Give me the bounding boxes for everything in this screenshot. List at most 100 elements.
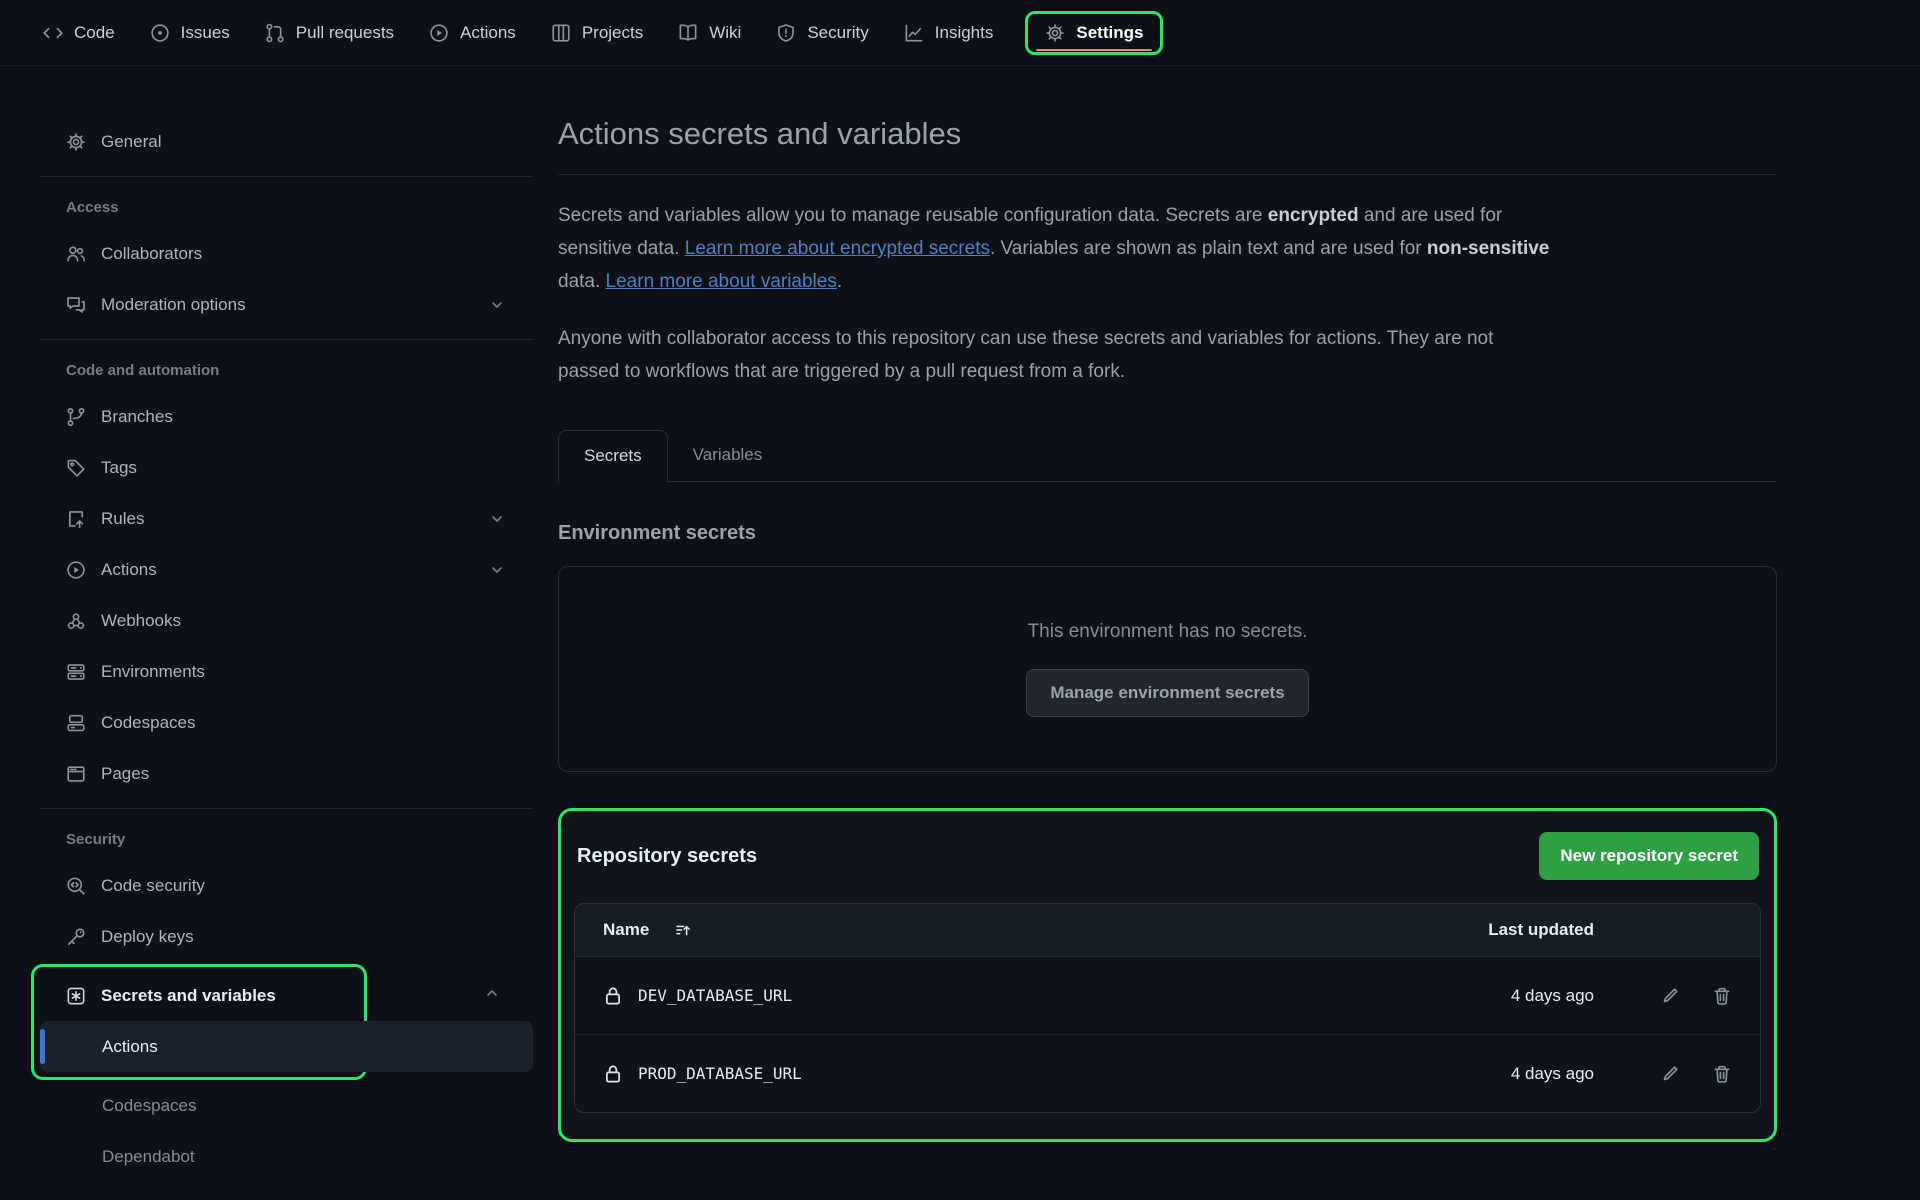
- sidebar-subitem-label: Actions: [102, 1037, 158, 1057]
- table-header-row: Name Last updated: [575, 904, 1760, 956]
- name-column-header[interactable]: Name: [603, 920, 1462, 940]
- sidebar-item-label: Deploy keys: [101, 927, 194, 947]
- sidebar-item-label: Moderation options: [101, 295, 246, 315]
- chevron-down-icon: [489, 562, 505, 578]
- delete-secret-button[interactable]: [1712, 1064, 1732, 1084]
- sidebar-item-moderation-options[interactable]: Moderation options: [40, 279, 533, 330]
- chevron-down-icon: [489, 297, 505, 313]
- sidebar-subitem-codespaces[interactable]: Codespaces: [40, 1080, 533, 1131]
- annotation-box-repository-secrets: Repository secrets New repository secret…: [558, 808, 1777, 1142]
- sidebar-item-label: Code security: [101, 876, 205, 896]
- sidebar-item-pages[interactable]: Pages: [40, 748, 533, 799]
- edit-secret-button[interactable]: [1660, 1064, 1680, 1084]
- paragraph-text: Anyone with collaborator access to this …: [558, 328, 1493, 349]
- secret-last-updated: 4 days ago: [1462, 986, 1594, 1006]
- sidebar-item-deploy-keys[interactable]: Deploy keys: [40, 911, 533, 962]
- play-circle-icon: [429, 23, 449, 43]
- tab-label: Code: [74, 23, 115, 43]
- collaborator-paragraph: Anyone with collaborator access to this …: [558, 322, 1777, 388]
- asterisk-box-icon: [66, 986, 86, 1006]
- sidebar-subitem-label: Dependabot: [102, 1147, 195, 1167]
- book-icon: [678, 23, 698, 43]
- tab-pull-requests[interactable]: Pull requests: [252, 13, 407, 53]
- sidebar-item-label: Collaborators: [101, 244, 202, 264]
- webhook-icon: [66, 611, 86, 631]
- sidebar-divider: [40, 808, 533, 809]
- tab-variables[interactable]: Variables: [668, 430, 788, 481]
- tab-projects[interactable]: Projects: [538, 13, 656, 53]
- edit-secret-button[interactable]: [1660, 986, 1680, 1006]
- tab-settings[interactable]: Settings: [1025, 11, 1163, 55]
- tab-wiki[interactable]: Wiki: [665, 13, 754, 53]
- sidebar-item-label: Environments: [101, 662, 205, 682]
- sidebar-item-webhooks[interactable]: Webhooks: [40, 595, 533, 646]
- issue-icon: [150, 23, 170, 43]
- pull-request-icon: [265, 23, 285, 43]
- sidebar-item-label: Webhooks: [101, 611, 181, 631]
- link-variables[interactable]: Learn more about variables: [606, 271, 837, 292]
- environment-secrets-heading: Environment secrets: [558, 522, 1777, 545]
- lock-icon: [603, 985, 623, 1007]
- environment-empty-message: This environment has no secrets.: [1028, 621, 1308, 643]
- sidebar-subitem-label: Codespaces: [102, 1096, 197, 1116]
- sidebar-subitem-actions[interactable]: Actions: [40, 1021, 533, 1072]
- tab-security[interactable]: Security: [763, 13, 881, 53]
- sidebar-item-branches[interactable]: Branches: [40, 391, 533, 442]
- tab-label: Settings: [1076, 23, 1143, 43]
- code-icon: [43, 23, 63, 43]
- sidebar-item-secrets-and-variables[interactable]: Secrets and variables: [40, 970, 364, 1021]
- title-divider: [558, 174, 1777, 175]
- manage-environment-secrets-button[interactable]: Manage environment secrets: [1026, 669, 1308, 717]
- sidebar-item-tags[interactable]: Tags: [40, 442, 533, 493]
- annotation-box-sidebar: Secrets and variables Actions: [31, 964, 367, 1080]
- tab-issues[interactable]: Issues: [137, 13, 243, 53]
- paragraph-text: passed to workflows that are triggered b…: [558, 361, 1125, 382]
- intro-bold-non-sensitive: non-sensitive: [1427, 238, 1549, 259]
- repo-nav: Code Issues Pull requests Actions Projec…: [0, 0, 1920, 66]
- codespaces-icon: [66, 713, 86, 733]
- tab-secrets[interactable]: Secrets: [558, 430, 668, 482]
- intro-text: .: [837, 271, 842, 292]
- tag-icon: [66, 458, 86, 478]
- sidebar-item-code-security[interactable]: Code security: [40, 860, 533, 911]
- people-icon: [66, 244, 86, 264]
- sidebar-item-environments[interactable]: Environments: [40, 646, 533, 697]
- delete-secret-button[interactable]: [1712, 986, 1732, 1006]
- sidebar-item-actions[interactable]: Actions: [40, 544, 533, 595]
- comment-discussion-icon: [66, 295, 86, 315]
- sidebar-item-label: Actions: [101, 560, 157, 580]
- environment-secrets-panel: This environment has no secrets. Manage …: [558, 566, 1777, 772]
- tab-label: Pull requests: [296, 23, 394, 43]
- intro-text: and are used for: [1359, 205, 1503, 226]
- gear-icon: [1045, 23, 1065, 43]
- table-row: DEV_DATABASE_URL 4 days ago: [575, 956, 1760, 1034]
- tab-code[interactable]: Code: [30, 13, 128, 53]
- sidebar-subitem-dependabot[interactable]: Dependabot: [40, 1131, 533, 1182]
- intro-text: . Variables are shown as plain text and …: [990, 238, 1427, 259]
- browser-icon: [66, 764, 86, 784]
- git-branch-icon: [66, 407, 86, 427]
- new-repository-secret-button[interactable]: New repository secret: [1539, 832, 1759, 880]
- intro-paragraph: Secrets and variables allow you to manag…: [558, 199, 1777, 298]
- tab-actions[interactable]: Actions: [416, 13, 529, 53]
- tab-label: Wiki: [709, 23, 741, 43]
- codescan-icon: [66, 876, 86, 896]
- page-title: Actions secrets and variables: [558, 116, 1777, 152]
- sidebar-item-label: Pages: [101, 764, 149, 784]
- sidebar-divider: [40, 339, 533, 340]
- tab-label: Insights: [935, 23, 994, 43]
- chevron-down-icon: [489, 511, 505, 527]
- sidebar-item-general[interactable]: General: [40, 116, 533, 167]
- table-row: PROD_DATABASE_URL 4 days ago: [575, 1034, 1760, 1112]
- secrets-variables-tabs: Secrets Variables: [558, 430, 1777, 482]
- sidebar-item-rules[interactable]: Rules: [40, 493, 533, 544]
- repository-secrets-heading: Repository secrets: [577, 845, 757, 868]
- tab-insights[interactable]: Insights: [891, 13, 1007, 53]
- trash-icon: [1712, 986, 1732, 1006]
- sidebar-item-codespaces[interactable]: Codespaces: [40, 697, 533, 748]
- graph-icon: [904, 23, 924, 43]
- shield-icon: [776, 23, 796, 43]
- tab-label: Projects: [582, 23, 643, 43]
- sidebar-item-collaborators[interactable]: Collaborators: [40, 228, 533, 279]
- link-encrypted-secrets[interactable]: Learn more about encrypted secrets: [685, 238, 990, 259]
